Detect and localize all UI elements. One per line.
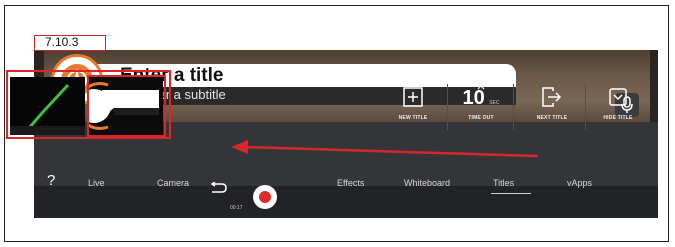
annotation-arrow (231, 140, 539, 158)
